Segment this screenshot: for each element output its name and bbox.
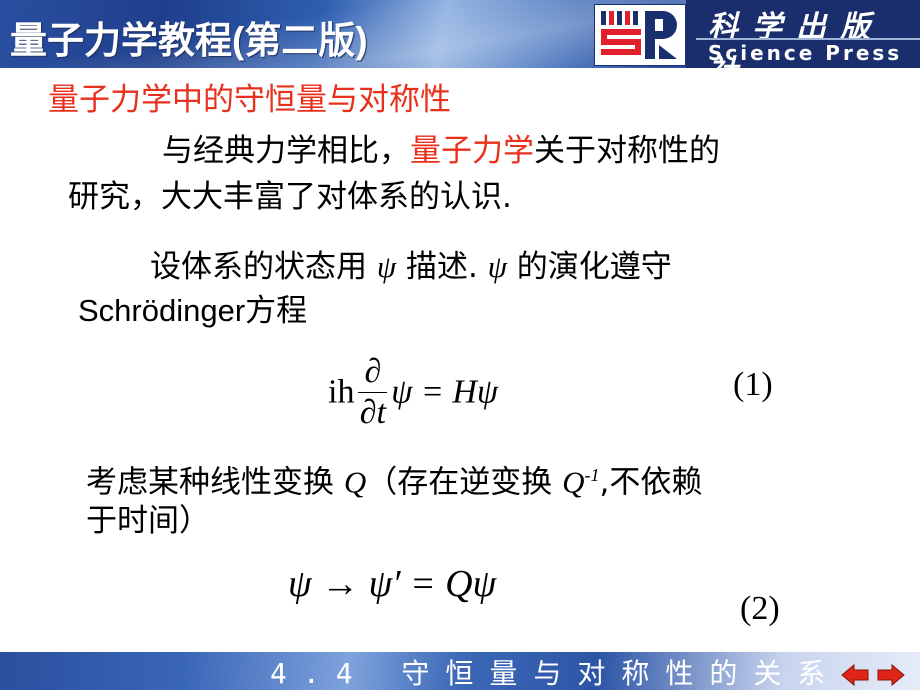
- fraction-numerator: ∂: [358, 352, 388, 393]
- para2-line2: Schrödinger方程: [78, 293, 308, 328]
- equation-1: ih ∂ ∂t ψ = Hψ: [328, 352, 498, 433]
- fraction-denominator: ∂t: [359, 394, 386, 431]
- text-span: 的演化遵守: [506, 249, 672, 285]
- para1-line2: 研究，大大丰富了对体系的认识.: [68, 179, 512, 215]
- text-span: 考虑某种线性变换: [86, 464, 344, 501]
- app-title: 量子力学教程(第二版): [10, 20, 368, 61]
- text-span: 与经典力学相比，: [162, 133, 410, 169]
- text-span: ,不依赖: [599, 464, 703, 501]
- science-press-logo: [594, 4, 686, 66]
- publisher-divider: [696, 38, 920, 40]
- psi-symbol: ψ: [376, 249, 397, 284]
- q-symbol: Q: [343, 464, 367, 500]
- superscript: -1: [584, 465, 600, 485]
- text-span: （存在逆变换: [366, 464, 563, 501]
- para1-line1: 与经典力学相比，量子力学关于对称性的: [162, 128, 720, 174]
- text-span: 设体系的状态用: [150, 249, 377, 285]
- prev-slide-button[interactable]: [840, 663, 870, 687]
- arrow-right-icon: [877, 663, 905, 687]
- footer-section-title: 4.4 守恒量与对称性的关系: [270, 657, 842, 690]
- text-span: 描述.: [396, 249, 488, 285]
- equation-1-label: (1): [733, 366, 773, 403]
- highlight-text: 量子力学: [410, 133, 534, 169]
- arrow-left-icon: [841, 663, 869, 687]
- section-title: 量子力学中的守恒量与对称性: [48, 82, 451, 118]
- para3-line2: 于时间）: [86, 503, 210, 539]
- q-inverse-symbol: Q: [562, 464, 585, 500]
- para2-line1: 设体系的状态用 ψ 描述. ψ 的演化遵守: [150, 244, 672, 290]
- equation-2-label: (2): [740, 590, 780, 627]
- publisher-name-en: Science Press: [708, 41, 903, 65]
- sp-logo-icon: [601, 11, 677, 59]
- equation-2: ψ → ψ′ = Qψ: [288, 563, 497, 605]
- eq-rhs: ψ = Hψ: [391, 373, 498, 411]
- eq-prefix: ih: [328, 373, 355, 411]
- partial-fraction: ∂ ∂t: [358, 352, 388, 433]
- psi-symbol: ψ: [487, 249, 507, 284]
- publisher-banner: 科学出版社 Science Press: [686, 0, 920, 89]
- next-slide-button[interactable]: [876, 663, 906, 687]
- text-span: 关于对称性的: [534, 133, 720, 169]
